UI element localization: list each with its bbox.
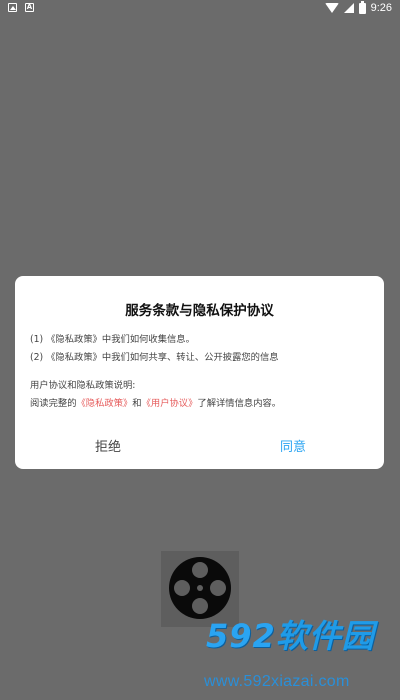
reject-button[interactable]: 拒绝 [95,436,121,455]
line1-suffix: 中我们如何收集信息。 [101,334,195,345]
read-suffix: 了解详情信息内容。 [197,398,282,409]
dialog-line-1: (1) 《隐私政策》中我们如何收集信息。 [30,331,195,345]
dialog-title: 服务条款与隐私保护协议 [125,303,274,319]
status-time: 9:26 [370,2,392,14]
user-agreement-link[interactable]: 《用户协议》 [142,398,198,409]
line2-prefix: (2) [30,352,47,363]
read-full-line: 阅读完整的《隐私政策》和《用户协议》了解详情信息内容。 [30,395,281,409]
privacy-policy-text: 《隐私政策》 [46,334,102,345]
battery-icon [358,0,366,14]
a-icon: A [25,3,34,12]
agree-button[interactable]: 同意 [280,436,306,455]
line1-prefix: (1) [30,334,47,345]
watermark-logo: 592软件园 [206,611,375,657]
read-prefix: 阅读完整的 [30,398,77,409]
image-icon [8,3,17,12]
watermark-number: 592 [206,617,276,655]
status-right: 9:26 [324,0,392,14]
section-heading: 用户协议和隐私政策说明: [30,380,136,391]
watermark-url: www.592xiazai.com [204,673,350,690]
status-left-icons: A [8,3,34,12]
status-bar: A 9:26 [0,0,400,18]
privacy-policy-link[interactable]: 《隐私政策》 [77,398,133,409]
line2-suffix: 中我们如何共享、转让、公开披露您的信息 [101,352,279,363]
wifi-icon [324,3,339,13]
privacy-policy-text: 《隐私政策》 [46,352,102,363]
privacy-dialog: 服务条款与隐私保护协议 (1) 《隐私政策》中我们如何收集信息。 (2) 《隐私… [15,276,384,469]
dialog-line-2: (2) 《隐私政策》中我们如何共享、转让、公开披露您的信息 [30,349,279,363]
watermark-text: 软件园 [275,617,375,655]
signal-icon [343,3,354,13]
read-and: 和 [132,398,142,409]
